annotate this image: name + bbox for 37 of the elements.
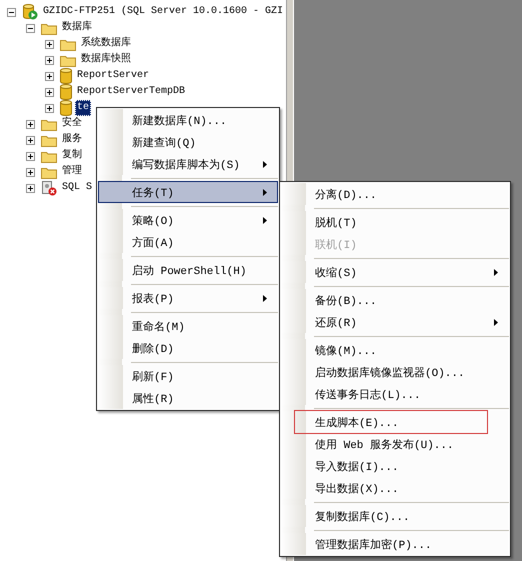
folder-icon [41, 118, 57, 130]
tree-item[interactable]: 管理 [60, 164, 84, 180]
database-icon [60, 68, 72, 84]
agent-icon [41, 180, 57, 196]
expand-icon[interactable] [45, 40, 54, 48]
folder-icon [41, 134, 57, 146]
database-icon [60, 100, 72, 116]
expand-icon[interactable] [26, 136, 35, 144]
collapse-icon[interactable] [26, 24, 35, 32]
expand-icon[interactable] [45, 72, 54, 80]
server-icon [22, 4, 38, 20]
tree-item[interactable]: 系统数据库 [79, 36, 133, 52]
tree-item[interactable]: te [75, 100, 92, 116]
database-icon [60, 84, 72, 100]
tree-item[interactable]: ReportServerTempDB [75, 84, 188, 100]
tree-item[interactable]: 数据库 [60, 20, 94, 36]
menu-item[interactable]: 任务(T) [98, 181, 278, 203]
expand-icon[interactable] [26, 168, 35, 176]
tree-item[interactable]: GZIDC-FTP251 (SQL Server 10.0.1600 - GZI [41, 4, 286, 20]
tree-item[interactable]: 服务 [60, 132, 84, 148]
expand-icon[interactable] [45, 56, 54, 64]
expand-icon[interactable] [45, 88, 54, 96]
folder-icon [41, 150, 57, 162]
folder-icon [60, 54, 76, 66]
tree-item[interactable]: 数据库快照 [79, 52, 133, 68]
folder-icon [41, 22, 57, 34]
tree-item[interactable]: ReportServer [75, 68, 152, 84]
expand-icon[interactable] [26, 120, 35, 128]
expand-icon[interactable] [45, 104, 54, 112]
tree-item[interactable]: 安全 [60, 116, 84, 132]
expand-icon[interactable] [26, 184, 35, 192]
expand-icon[interactable] [26, 152, 35, 160]
folder-icon [60, 38, 76, 50]
tree-item[interactable]: SQL S [60, 180, 94, 196]
collapse-icon[interactable] [7, 8, 16, 16]
tree-item[interactable]: 复制 [60, 148, 84, 164]
folder-icon [41, 166, 57, 178]
